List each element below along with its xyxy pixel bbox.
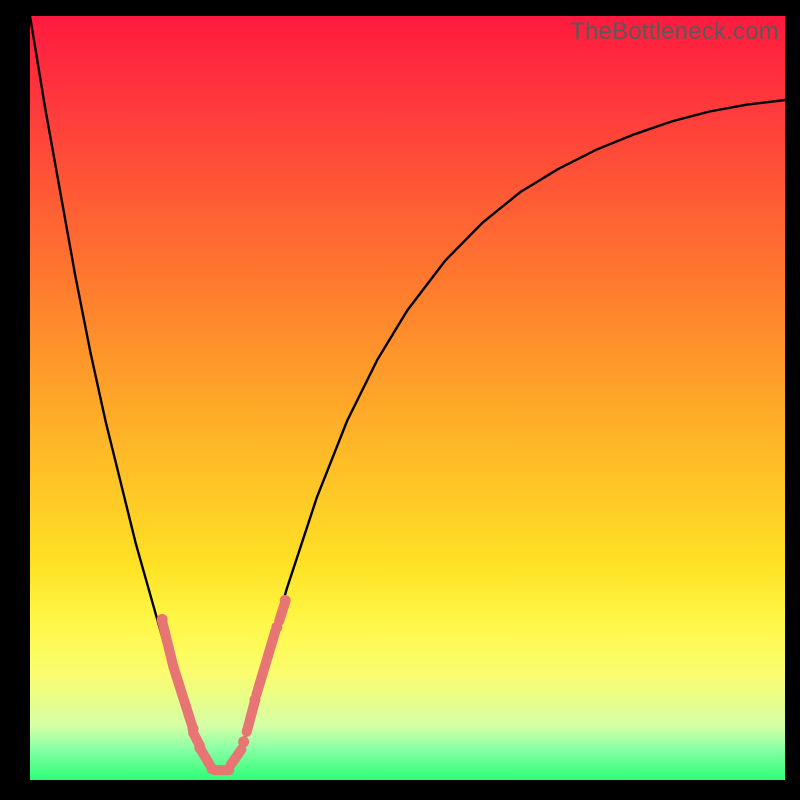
highlight-point [250,695,260,705]
highlight-point [280,595,290,605]
highlight-point [188,724,198,734]
highlight-strip-group [162,602,285,770]
highlight-strip [162,621,173,667]
chart-frame: TheBottleneck.com [30,16,785,780]
highlight-strip [173,667,192,727]
highlight-point [239,737,249,747]
highlight-point [157,615,167,625]
bottleneck-curve [30,16,785,772]
highlight-point [207,764,217,774]
highlight-strip [231,749,242,764]
highlight-point [272,622,282,632]
highlight-point [195,743,205,753]
highlight-strip [257,631,276,694]
highlight-strip [247,704,255,732]
bottleneck-curve-plot [30,16,785,780]
